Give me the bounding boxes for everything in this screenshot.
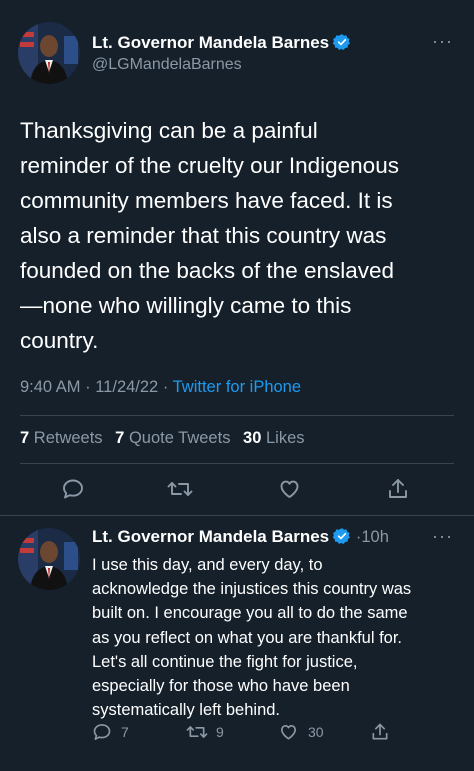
like-button[interactable] (277, 477, 302, 501)
reply-icon (93, 724, 111, 740)
like-icon (281, 725, 296, 740)
author-avatar[interactable] (18, 22, 80, 84)
reply-author-name-text[interactable]: Lt. Governor Mandela Barnes (92, 527, 329, 546)
like-icon (280, 480, 299, 498)
reply-reply-button[interactable]: 7 (92, 722, 129, 742)
quotes-label: Quote Tweets (128, 429, 231, 447)
share-button[interactable] (386, 477, 410, 501)
divider (0, 515, 474, 516)
retweets-label: Retweets (33, 429, 103, 447)
verified-badge-icon (332, 527, 351, 550)
author-name[interactable]: Lt. Governor Mandela Barnes (92, 33, 351, 56)
divider (20, 463, 454, 464)
share-icon (372, 723, 388, 740)
retweet-icon (186, 726, 208, 738)
reply-like-button[interactable]: 30 (278, 722, 324, 742)
reply-icon (63, 479, 83, 499)
quote-tweets-stat[interactable]: 7 Quote Tweets (115, 429, 230, 447)
likes-stat[interactable]: 30 Likes (243, 429, 304, 447)
reply-share-button[interactable] (370, 722, 390, 742)
share-icon (389, 479, 407, 498)
retweet-icon (167, 482, 193, 496)
reply-author-avatar[interactable] (18, 528, 80, 590)
verified-badge-icon (332, 33, 351, 56)
more-icon[interactable]: ··· (432, 526, 453, 547)
quotes-count: 7 (115, 429, 125, 447)
tweet-source-link[interactable]: Twitter for iPhone (173, 378, 301, 396)
more-icon[interactable]: ··· (432, 31, 453, 52)
retweets-stat[interactable]: 7 Retweets (20, 429, 103, 447)
reply-retweet-button[interactable]: 9 (186, 722, 224, 742)
author-handle[interactable]: @LGMandelaBarnes (92, 56, 242, 74)
tweet-meta: 9:40 AM · 11/24/22 · Twitter for iPhone (20, 378, 301, 397)
reply-retweet-count: 9 (216, 724, 224, 740)
author-name-text[interactable]: Lt. Governor Mandela Barnes (92, 33, 329, 52)
tweet-text: Thanksgiving can be a painful reminder o… (20, 118, 399, 353)
reply-reply-count: 7 (121, 724, 129, 740)
reply-text: I use this day, and every day, to acknow… (92, 556, 412, 720)
tweet-date[interactable]: 11/24/22 (95, 378, 158, 396)
likes-count: 30 (243, 429, 262, 447)
retweet-button[interactable] (167, 477, 193, 501)
reply-like-count: 30 (308, 724, 324, 740)
separator: · (85, 378, 91, 396)
tweet-time[interactable]: 9:40 AM (20, 378, 81, 396)
reply-time[interactable]: 10h (361, 528, 389, 546)
reply-button[interactable] (61, 477, 85, 501)
likes-label: Likes (266, 429, 305, 447)
tweet-stats: 7 Retweets 7 Quote Tweets 30 Likes (20, 429, 305, 448)
divider (20, 415, 454, 416)
reply-author-name[interactable]: Lt. Governor Mandela Barnes ·10h (92, 527, 389, 550)
retweets-count: 7 (20, 429, 30, 447)
separator: · (162, 378, 169, 396)
